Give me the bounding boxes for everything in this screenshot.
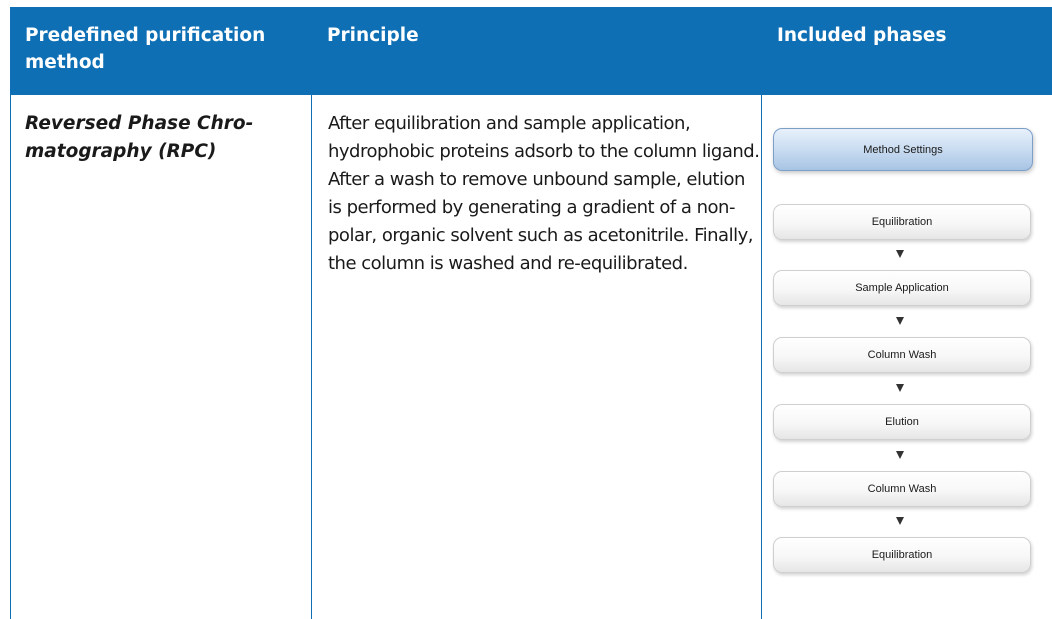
down-arrow-icon (896, 384, 904, 392)
column-divider-2 (761, 95, 762, 619)
phase-box: Elution (773, 404, 1031, 440)
principle-text: After equilibration and sample applicati… (328, 113, 760, 274)
phase-box: Sample Application (773, 270, 1031, 306)
table-header: Predefined purification method Principle… (10, 7, 1052, 95)
down-arrow-icon (896, 517, 904, 525)
header-principle: Principle (327, 25, 419, 46)
phase-box: Column Wash (773, 337, 1031, 373)
header-method: Predefined purification method (25, 25, 266, 73)
phase-box: Equilibration (773, 537, 1031, 573)
method-name: Reversed Phase Chro-matography (RPC) (25, 113, 254, 162)
header-included-phases: Included phases (777, 25, 947, 46)
column-divider-1 (311, 95, 312, 619)
phase-box: Equilibration (773, 204, 1031, 240)
method-settings-box: Method Settings (773, 128, 1033, 171)
column-divider-left (10, 95, 11, 619)
phase-box: Column Wash (773, 471, 1031, 507)
method-table: Predefined purification method Principle… (10, 7, 1052, 619)
down-arrow-icon (896, 451, 904, 459)
down-arrow-icon (896, 317, 904, 325)
down-arrow-icon (896, 250, 904, 258)
